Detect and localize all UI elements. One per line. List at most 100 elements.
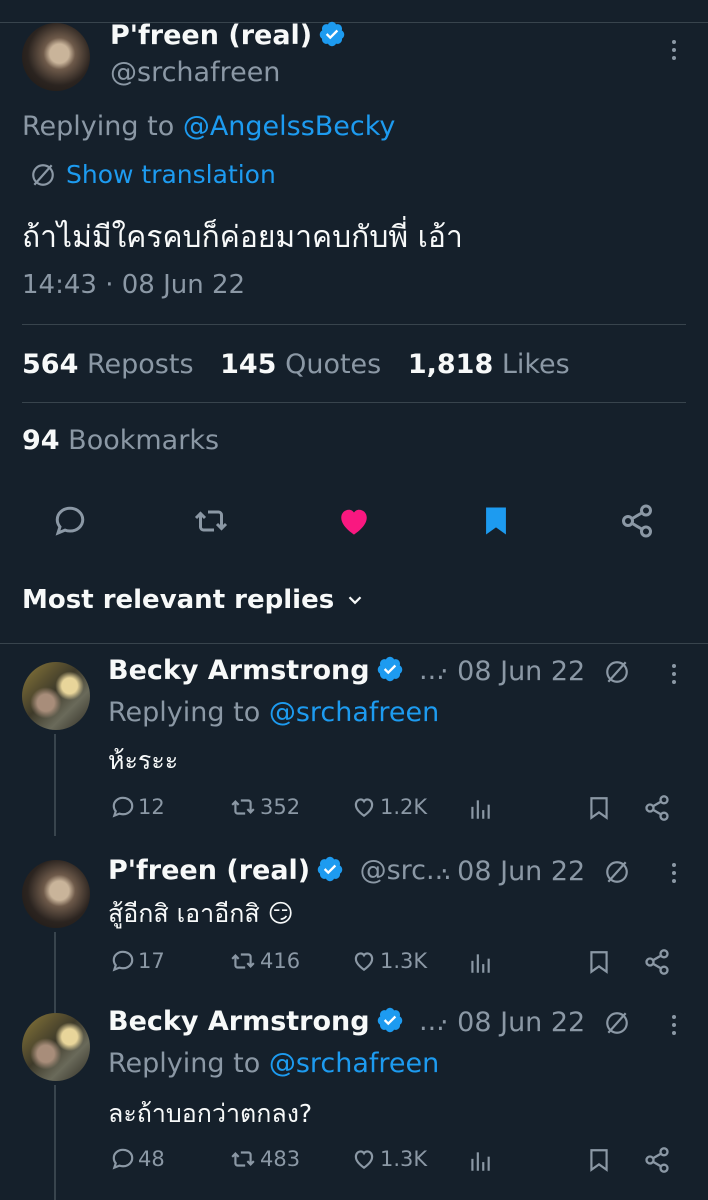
reply-handle: @src... — [359, 855, 452, 886]
reposts-label: Reposts — [86, 349, 194, 380]
reply-reply-button[interactable]: 12 — [110, 794, 165, 820]
reply-date[interactable]: · 08 Jun 22 — [440, 856, 585, 887]
reply-reply-button[interactable]: 17 — [110, 948, 165, 974]
stats-row: 564 Reposts 145 Quotes 1,818 Likes — [22, 349, 570, 380]
chevron-down-icon — [348, 596, 362, 605]
heart-icon — [354, 952, 374, 971]
divider — [22, 402, 686, 403]
bookmarks-count: 94 — [22, 425, 60, 456]
share-icon[interactable] — [643, 948, 671, 976]
replying-prefix: Replying to — [108, 697, 261, 728]
divider — [22, 324, 686, 325]
quotes-label: Quotes — [285, 349, 382, 380]
views-icon[interactable] — [467, 796, 493, 822]
verified-badge-icon — [319, 21, 345, 47]
thread-line — [54, 1085, 56, 1200]
reply-text: ละถ้าบอกว่าตกลง? — [108, 1099, 313, 1128]
translate-icon — [606, 861, 628, 883]
repost-count: 416 — [260, 949, 301, 973]
like-count: 1.3K — [380, 949, 428, 973]
reposts-count: 564 — [22, 349, 79, 380]
thread-line — [54, 734, 56, 836]
bookmarks-stat[interactable]: 94 Bookmarks — [22, 425, 219, 456]
replying-to-link[interactable]: @srchafreen — [269, 697, 439, 728]
reply-author-name: P'freen (real) — [108, 855, 311, 886]
repost-icon[interactable] — [192, 503, 230, 539]
replies-sort-label: Most relevant replies — [22, 585, 335, 615]
reply-date[interactable]: · 08 Jun 22 — [440, 656, 585, 687]
thread-line — [54, 932, 56, 1014]
reposts-stat[interactable]: 564 Reposts — [22, 349, 194, 380]
avatar[interactable] — [22, 23, 90, 91]
avatar[interactable] — [22, 662, 90, 730]
show-translation-button[interactable]: Show translation — [30, 160, 276, 189]
reply-author-name: Becky Armstrong — [108, 655, 370, 686]
reply-icon — [112, 796, 134, 818]
verified-badge-icon — [377, 1007, 402, 1033]
share-icon[interactable] — [619, 503, 655, 539]
replying-to-link[interactable]: @srchafreen — [269, 1048, 439, 1079]
repost-icon — [231, 799, 255, 815]
quotes-stat[interactable]: 145 Quotes — [220, 349, 381, 380]
translate-icon — [606, 661, 628, 683]
reply-date[interactable]: · 08 Jun 22 — [440, 1007, 585, 1038]
replies-sort-dropdown[interactable]: Most relevant replies — [22, 585, 366, 615]
reply-repost-button[interactable]: 483 — [228, 1146, 300, 1172]
reply-reply-button[interactable]: 48 — [110, 1146, 165, 1172]
more-options-icon[interactable] — [671, 1015, 677, 1039]
reply-repost-button[interactable]: 352 — [228, 794, 300, 820]
bookmarks-label: Bookmarks — [68, 425, 220, 456]
heart-icon — [354, 798, 374, 817]
replying-to: Replying to @AngelssBecky — [22, 111, 395, 142]
replying-to: Replying to @srchafreen — [108, 1048, 439, 1079]
replying-to-link[interactable]: @AngelssBecky — [183, 111, 396, 142]
reply-like-button[interactable]: 1.3K — [350, 1146, 427, 1172]
share-icon[interactable] — [643, 1146, 671, 1174]
quotes-count: 145 — [220, 349, 277, 380]
more-options-icon[interactable] — [671, 863, 677, 887]
more-options-icon[interactable] — [671, 664, 677, 688]
reply-count: 17 — [138, 949, 165, 973]
bookmark-icon[interactable] — [586, 794, 612, 822]
views-icon[interactable] — [467, 1148, 493, 1174]
more-options-icon[interactable] — [671, 40, 677, 64]
reply-text: ห้ะระะ — [108, 746, 179, 775]
bookmark-icon[interactable] — [586, 1146, 612, 1174]
author-name[interactable]: P'freen (real) — [110, 20, 346, 51]
reply-count: 48 — [138, 1147, 165, 1171]
divider — [0, 643, 708, 644]
likes-stat[interactable]: 1,818 Likes — [408, 349, 570, 380]
repost-icon — [231, 1151, 255, 1167]
author-handle[interactable]: @srchafreen — [110, 57, 280, 88]
tweet-text: ถ้าไม่มีใครคบก็ค่อยมาคบกับพี่ เอ้า — [22, 220, 463, 255]
reply-repost-button[interactable]: 416 — [228, 948, 300, 974]
author-name-text: P'freen (real) — [110, 20, 313, 51]
reply-like-button[interactable]: 1.2K — [350, 794, 427, 820]
reply-count: 12 — [138, 795, 165, 819]
reply-author[interactable]: Becky Armstrong ... — [108, 655, 445, 686]
replying-prefix: Replying to — [108, 1048, 261, 1079]
views-icon[interactable] — [467, 950, 493, 976]
avatar[interactable] — [22, 860, 90, 928]
reply-author[interactable]: P'freen (real) @src... — [108, 855, 452, 886]
likes-label: Likes — [501, 349, 570, 380]
reply-icon[interactable] — [52, 503, 88, 539]
repost-icon — [231, 953, 255, 969]
reply-icon — [112, 1148, 134, 1170]
reply-icon — [112, 950, 134, 972]
show-translation-label: Show translation — [66, 160, 276, 189]
bookmark-icon[interactable] — [479, 503, 513, 539]
share-icon[interactable] — [643, 794, 671, 822]
replying-prefix: Replying to — [22, 111, 175, 142]
verified-badge-icon — [317, 856, 343, 882]
tweet-timestamp[interactable]: 14:43 · 08 Jun 22 — [22, 270, 245, 300]
reply-author[interactable]: Becky Armstrong ... — [108, 1006, 445, 1037]
likes-count: 1,818 — [407, 349, 494, 380]
like-count: 1.2K — [380, 795, 428, 819]
like-icon[interactable] — [335, 503, 373, 539]
bookmark-icon[interactable] — [586, 948, 612, 976]
reply-like-button[interactable]: 1.3K — [350, 948, 427, 974]
replying-to: Replying to @srchafreen — [108, 697, 439, 728]
avatar[interactable] — [22, 1013, 90, 1081]
heart-icon — [354, 1150, 374, 1169]
